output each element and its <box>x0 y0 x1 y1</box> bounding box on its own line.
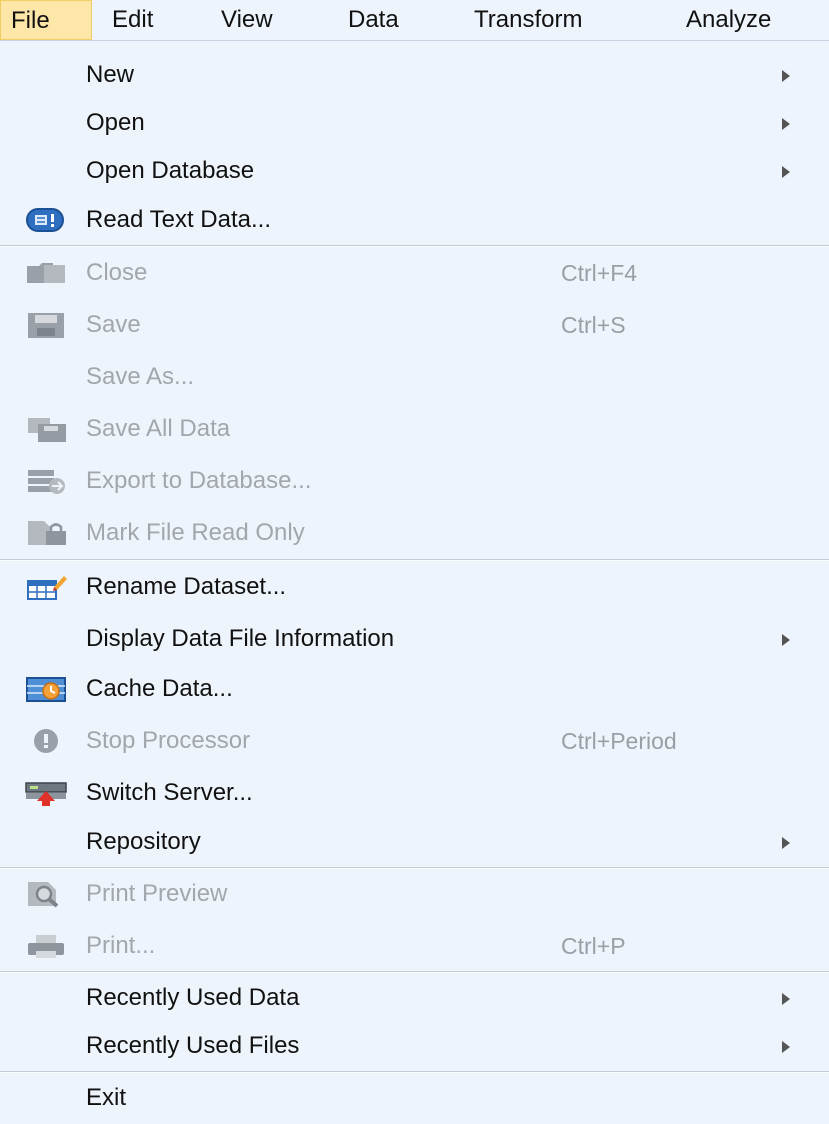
menu-item-label: Print... <box>86 932 156 959</box>
file-menu-dropdown: New Open Open Database Read Text Data... <box>0 41 829 1123</box>
menu-item-display-data-file-information[interactable]: Display Data File Information <box>0 613 829 665</box>
menu-file-label: File <box>11 7 50 34</box>
menu-item-label: Mark File Read Only <box>86 519 305 546</box>
menu-item-label: Exit <box>86 1084 127 1111</box>
menu-view[interactable]: View <box>221 0 273 40</box>
menu-item-label: Stop Processor <box>86 727 251 754</box>
menu-item-label: Open <box>86 109 145 136</box>
menu-item-export-to-database[interactable]: Export to Database... <box>0 455 829 507</box>
menu-item-cache-data[interactable]: Cache Data... <box>0 663 829 715</box>
menu-item-read-text-data[interactable]: Read Text Data... <box>0 194 829 246</box>
menu-edit-label: Edit <box>112 6 154 33</box>
menu-bar: File Edit View Data Transform Analyze <box>0 0 829 41</box>
export-database-icon <box>24 467 68 495</box>
submenu-arrow-icon <box>782 993 790 1005</box>
menu-item-switch-server[interactable]: Switch Server... <box>0 767 829 819</box>
menu-item-new[interactable]: New <box>0 49 829 101</box>
menu-item-label: Display Data File Information <box>86 625 395 652</box>
menu-item-label: Cache Data... <box>86 675 233 702</box>
cache-data-icon <box>24 675 68 703</box>
menu-edit[interactable]: Edit <box>112 0 153 40</box>
submenu-arrow-icon <box>782 166 790 178</box>
menu-item-label: Close <box>86 259 148 286</box>
shortcut-text: Ctrl+Period <box>561 728 677 754</box>
menu-item-label: Save <box>86 311 141 338</box>
shortcut-text: Ctrl+P <box>561 933 626 959</box>
menu-analyze-label: Analyze <box>686 6 772 33</box>
mark-read-only-icon <box>24 519 68 547</box>
menu-analyze[interactable]: Analyze <box>686 0 771 40</box>
print-preview-icon <box>24 880 68 908</box>
menu-item-stop-processor[interactable]: Stop Processor Ctrl+Period <box>0 715 829 767</box>
menu-item-print[interactable]: Print... Ctrl+P <box>0 920 829 972</box>
menu-item-recently-used-files[interactable]: Recently Used Files <box>0 1020 829 1072</box>
menu-item-label: Switch Server... <box>86 779 253 806</box>
stop-processor-icon <box>24 727 68 755</box>
submenu-arrow-icon <box>782 70 790 82</box>
menu-item-label: Repository <box>86 828 201 855</box>
shortcut-text: Ctrl+F4 <box>561 260 638 286</box>
menu-item-rename-dataset[interactable]: Rename Dataset... <box>0 561 829 613</box>
submenu-arrow-icon <box>782 634 790 646</box>
close-icon <box>24 259 68 287</box>
menu-item-label: Print Preview <box>86 880 228 907</box>
menu-item-mark-file-read-only[interactable]: Mark File Read Only <box>0 507 829 559</box>
menu-view-label: View <box>221 6 273 33</box>
submenu-arrow-icon <box>782 1041 790 1053</box>
menu-file[interactable]: File <box>0 0 92 40</box>
menu-item-save-as[interactable]: Save As... <box>0 351 829 403</box>
save-icon <box>24 311 68 339</box>
menu-item-save[interactable]: Save Ctrl+S <box>0 299 829 351</box>
menu-item-exit[interactable]: Exit <box>0 1072 829 1124</box>
menu-data[interactable]: Data <box>348 0 399 40</box>
menu-item-label: Save As... <box>86 363 195 390</box>
switch-server-icon <box>24 779 68 807</box>
menu-item-label: Recently Used Data <box>86 984 300 1011</box>
shortcut-text: Ctrl+S <box>561 312 626 338</box>
menu-data-label: Data <box>348 6 399 33</box>
menu-item-label: Rename Dataset... <box>86 573 287 600</box>
menu-item-repository[interactable]: Repository <box>0 816 829 868</box>
save-all-icon <box>24 415 68 443</box>
printer-icon <box>24 932 68 960</box>
submenu-arrow-icon <box>782 837 790 849</box>
rename-dataset-icon <box>24 573 68 601</box>
menu-item-label: Save All Data <box>86 415 231 442</box>
read-text-data-icon <box>24 206 68 234</box>
menu-item-save-all-data[interactable]: Save All Data <box>0 403 829 455</box>
menu-item-close[interactable]: Close Ctrl+F4 <box>0 247 829 299</box>
menu-transform-label: Transform <box>474 6 583 33</box>
menu-item-label: Open Database <box>86 157 255 184</box>
menu-item-label: Read Text Data... <box>86 206 271 233</box>
menu-item-label: Recently Used Files <box>86 1032 300 1059</box>
menu-item-print-preview[interactable]: Print Preview <box>0 868 829 920</box>
menu-item-label: Export to Database... <box>86 467 312 494</box>
menu-item-open-database[interactable]: Open Database <box>0 145 829 197</box>
submenu-arrow-icon <box>782 118 790 130</box>
menu-item-recently-used-data[interactable]: Recently Used Data <box>0 972 829 1024</box>
menu-item-label: New <box>86 61 135 88</box>
menu-item-open[interactable]: Open <box>0 97 829 149</box>
menu-transform[interactable]: Transform <box>474 0 582 40</box>
